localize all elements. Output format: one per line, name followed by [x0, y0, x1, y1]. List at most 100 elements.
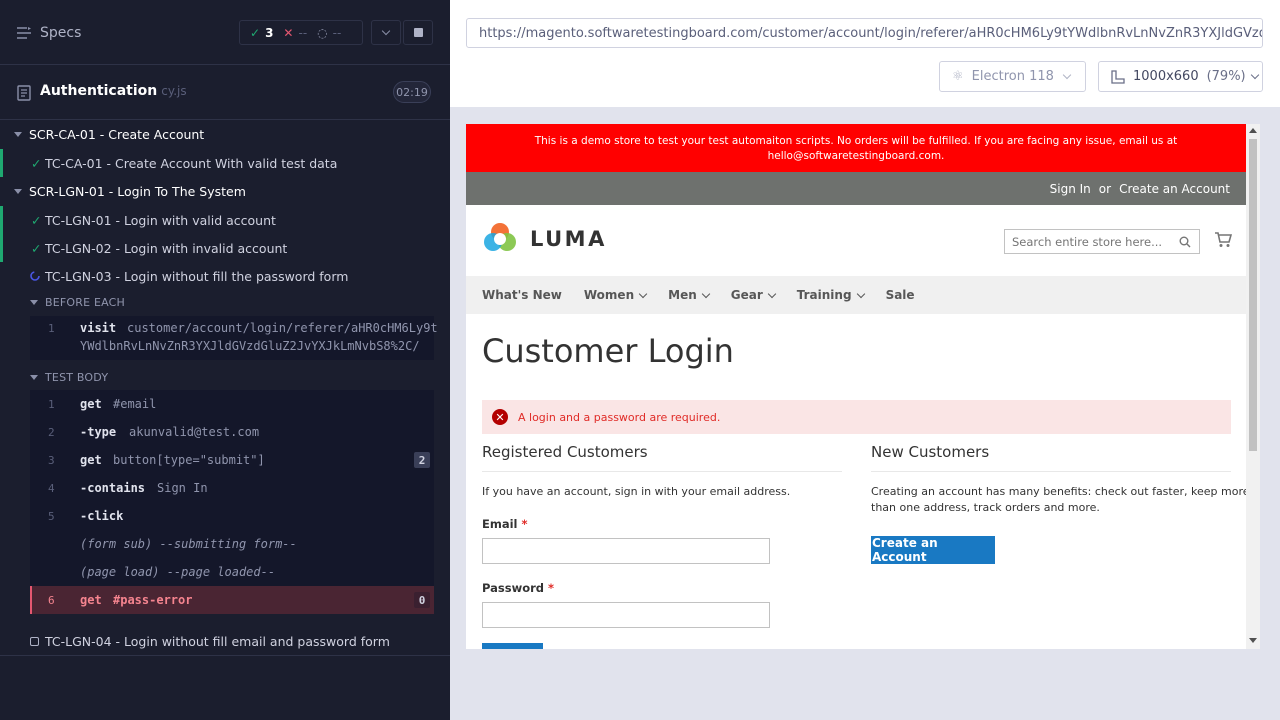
test-login-no-password[interactable]: TC-LGN-03 - Login without fill the passw…: [0, 262, 434, 290]
create-account-link[interactable]: Create an Account: [1119, 182, 1230, 196]
command-name: -click: [80, 509, 124, 523]
sign-in-button[interactable]: [482, 643, 543, 649]
passed-count: 3: [265, 25, 274, 40]
demo-notice: This is a demo store to test your test a…: [466, 124, 1246, 172]
auto-scroll-toggle[interactable]: [371, 20, 401, 45]
command-number: 1: [48, 397, 55, 411]
nav-label: Sale: [885, 288, 915, 302]
command-name: get: [80, 453, 102, 467]
command-arg: akunvalid@test.com: [129, 425, 260, 439]
suite-label: SCR-CA-01 - Create Account: [29, 126, 205, 142]
test-label: TC-LGN-03 - Login without fill the passw…: [45, 268, 349, 284]
demo-notice-line2: hello@softwaretestingboard.com.: [767, 150, 945, 162]
browser-label: Electron 118: [971, 69, 1054, 84]
command-get-pass-error[interactable]: 6 get #pass-error 0: [30, 586, 434, 614]
search-icon[interactable]: [1179, 236, 1191, 248]
test-stats: ✓ 3 ✕ -- ◌ --: [239, 20, 363, 45]
test-create-account[interactable]: ✓ TC-CA-01 - Create Account With valid t…: [0, 149, 434, 177]
pending-stat: ◌ --: [317, 26, 341, 40]
email-field[interactable]: [482, 538, 770, 564]
command-contains[interactable]: 4 -contains Sign In: [30, 474, 434, 502]
test-login-valid[interactable]: ✓ TC-LGN-01 - Login with valid account: [0, 206, 434, 234]
test-label: TC-LGN-02 - Login with invalid account: [45, 240, 288, 256]
viewport-size: 1000x660: [1133, 69, 1199, 84]
reporter-header: Specs ✓ 3 ✕ -- ◌ --: [0, 0, 450, 64]
cross-icon: ✕: [283, 25, 294, 40]
scroll-up-arrow-icon[interactable]: [1249, 128, 1257, 133]
nav-whats-new[interactable]: What's New: [482, 288, 562, 302]
url-bar[interactable]: https://magento.softwaretestingboard.com…: [466, 18, 1263, 48]
command-arg: Sign In: [157, 481, 208, 495]
scrollbar[interactable]: [1246, 124, 1260, 649]
chevron-down-icon: [701, 289, 710, 298]
chevron-down-icon: [1250, 70, 1259, 80]
viewport-zoom: (79%): [1206, 69, 1246, 84]
suite-create-account[interactable]: SCR-CA-01 - Create Account: [14, 120, 448, 148]
registered-customers-title: Registered Customers: [482, 443, 842, 472]
spec-file-name[interactable]: Authentication cy.js: [40, 83, 187, 99]
viewport-info[interactable]: 1000x660 (79%): [1098, 61, 1263, 92]
command-get-submit[interactable]: 3 get button[type="submit"] 2: [30, 446, 434, 474]
new-customers-text: Creating an account has many benefits: c…: [871, 484, 1250, 516]
command-arg: #pass-error: [113, 593, 193, 607]
password-field[interactable]: [482, 602, 770, 628]
command-get-email[interactable]: 1 get #email: [30, 390, 434, 418]
cart-icon[interactable]: [1214, 232, 1232, 248]
sign-in-link[interactable]: Sign In: [1050, 182, 1091, 196]
menu-icon: [17, 27, 31, 39]
stop-button[interactable]: [403, 20, 433, 45]
command-number: 1: [48, 322, 55, 335]
pass-bar: [0, 206, 3, 234]
create-account-button[interactable]: Create an Account: [871, 536, 995, 564]
nav-sale[interactable]: Sale: [886, 288, 915, 302]
spec-ext: cy.js: [161, 84, 187, 98]
scroll-down-arrow-icon[interactable]: [1249, 638, 1257, 643]
search-placeholder: Search entire store here...: [1012, 234, 1163, 249]
nav-label: Gear: [730, 288, 763, 302]
browser-selector[interactable]: ⚛ Electron 118: [939, 61, 1086, 92]
nav-label: Men: [668, 288, 697, 302]
command-number: 2: [48, 425, 55, 439]
command-number: 4: [48, 481, 55, 495]
luma-logo[interactable]: LUMA: [482, 221, 607, 257]
suite-login[interactable]: SCR-LGN-01 - Login To The System: [14, 177, 448, 205]
command-visit[interactable]: 1 visit customer/account/login/referer/a…: [30, 316, 438, 360]
logo-text: LUMA: [530, 227, 607, 251]
caret-down-icon: [14, 131, 22, 137]
command-log-panel: Specs ✓ 3 ✕ -- ◌ -- Authentication cy.js 02:…: [0, 0, 450, 720]
check-icon: ✓: [250, 25, 261, 40]
luma-logo-icon: [484, 223, 516, 251]
chevron-down-icon: [381, 26, 391, 36]
command-click[interactable]: 5 -click: [30, 502, 434, 530]
nav-women[interactable]: Women: [584, 288, 648, 302]
command-type[interactable]: 2 -type akunvalid@test.com: [30, 418, 434, 446]
test-login-invalid[interactable]: ✓ TC-LGN-02 - Login with invalid account: [0, 234, 434, 262]
command-arg: #email: [113, 397, 157, 411]
registered-customers-text: If you have an account, sign in with you…: [482, 485, 791, 498]
command-name: -contains: [80, 481, 146, 495]
electron-icon: ⚛: [952, 69, 964, 84]
app-preview-panel: https://magento.softwaretestingboard.com…: [450, 0, 1280, 720]
new-customers-title: New Customers: [871, 443, 1231, 472]
specs-button[interactable]: Specs: [16, 22, 81, 44]
nav-men[interactable]: Men: [668, 288, 710, 302]
spec-duration: 02:19: [393, 81, 431, 103]
chevron-down-icon: [638, 289, 648, 298]
new-customers-text-line1: Creating an account has many benefits: c…: [871, 485, 1250, 498]
scrollbar-thumb[interactable]: [1249, 139, 1257, 451]
store-search-input[interactable]: Search entire store here...: [1004, 229, 1200, 254]
chevron-down-icon: [856, 289, 865, 298]
nav-training[interactable]: Training: [797, 288, 865, 302]
test-login-no-email-password[interactable]: TC-LGN-04 - Login without fill email and…: [0, 627, 434, 655]
nav-label: What's New: [482, 288, 562, 302]
store-header-links: Sign In or Create an Account: [466, 172, 1246, 205]
required-mark: *: [521, 517, 528, 531]
test-body-section[interactable]: TEST BODY: [30, 371, 108, 384]
specs-label: Specs: [40, 25, 82, 41]
required-mark: *: [548, 581, 555, 595]
pending-count: --: [332, 25, 342, 40]
new-customers-text-line2: than one address, track orders and more.: [871, 501, 1100, 514]
nav-gear[interactable]: Gear: [730, 288, 777, 302]
before-each-hook[interactable]: BEFORE EACH: [30, 296, 125, 309]
password-label-text: Password: [482, 581, 544, 595]
